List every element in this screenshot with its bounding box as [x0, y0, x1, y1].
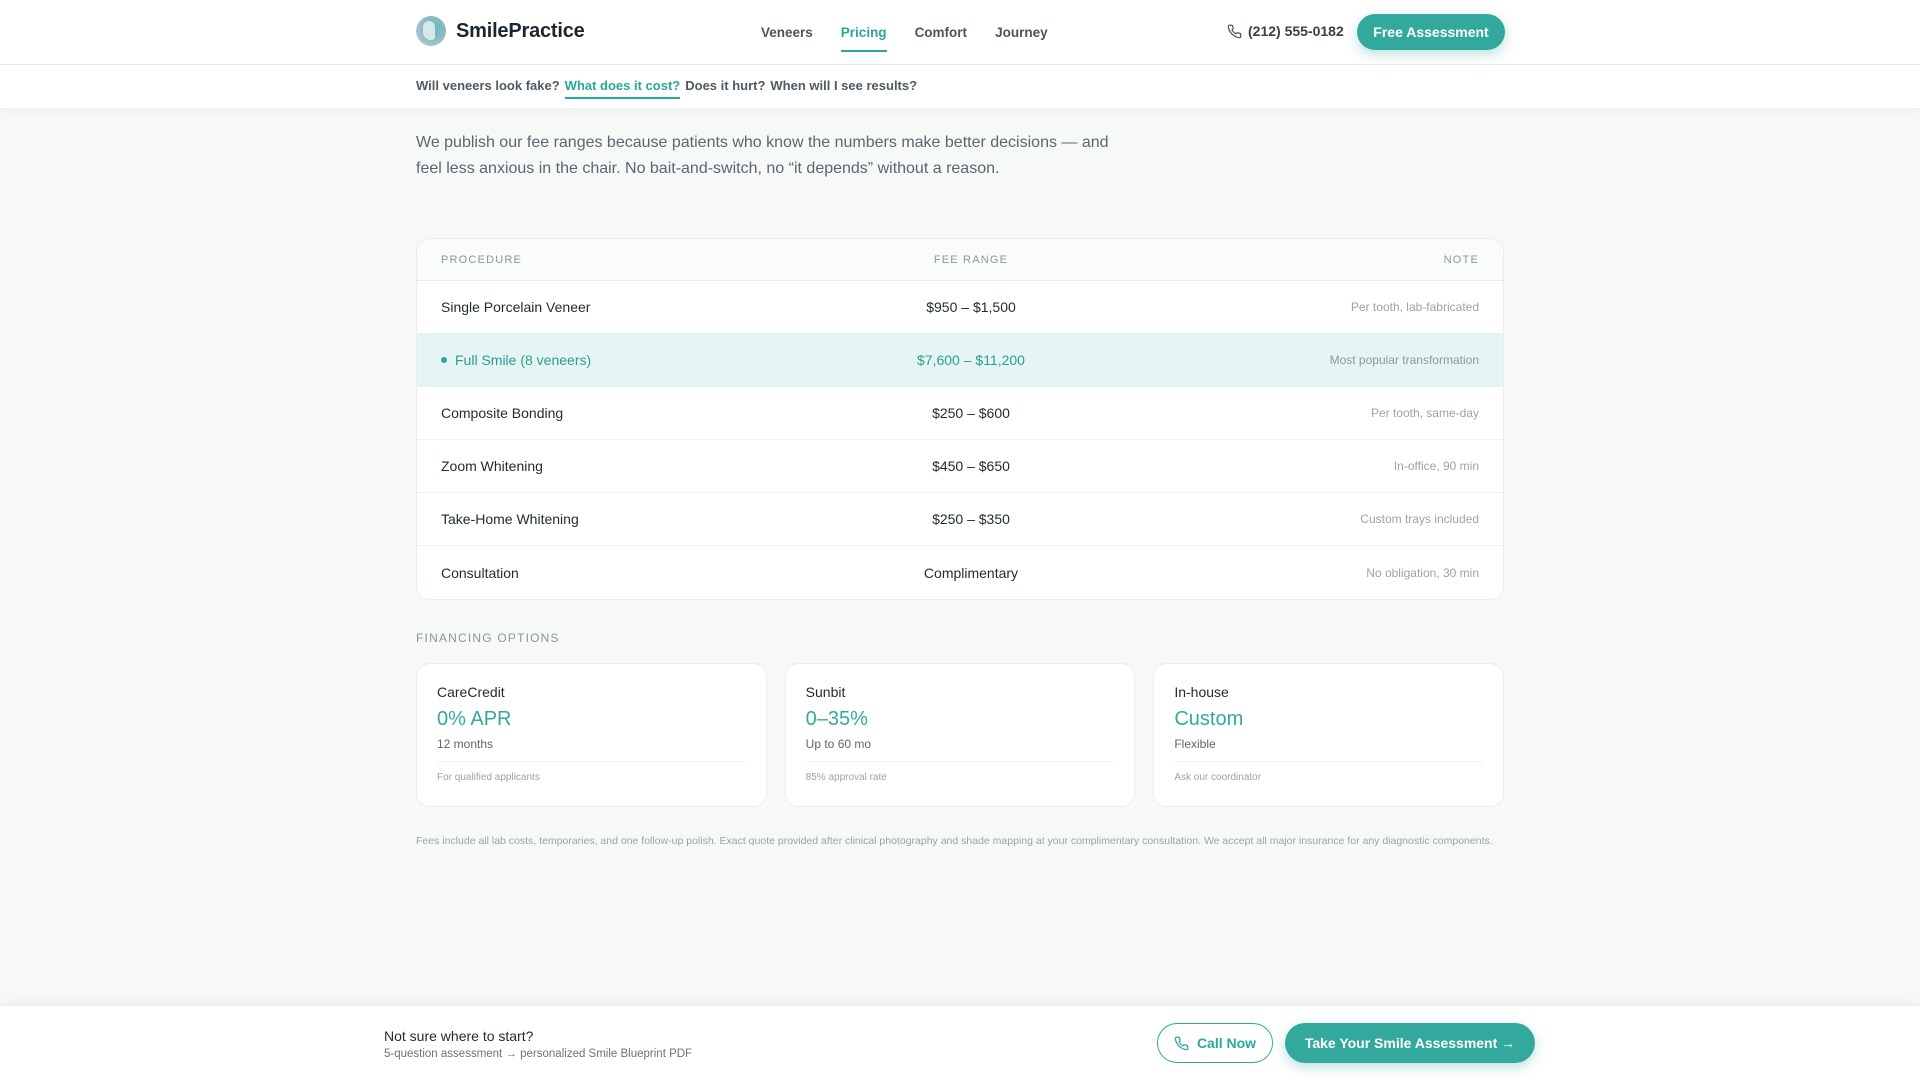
table-row: Zoom Whitening $450 – $650 In-office, 90…	[417, 440, 1503, 493]
card-term: Flexible	[1174, 737, 1484, 762]
fee-fineprint: Fees include all lab costs, temporaries,…	[416, 835, 1493, 847]
free-assessment-button[interactable]: Free Assessment	[1357, 14, 1505, 50]
card-note: For qualified applicants	[437, 772, 540, 783]
nav-veneers[interactable]: Veneers	[761, 19, 813, 46]
card-name: Sunbit	[805, 684, 846, 700]
table-row-highlighted: Full Smile (8 veneers) $7,600 – $11,200 …	[417, 334, 1503, 387]
note-cell: Most popular transformation	[1329, 353, 1479, 367]
phone-link[interactable]: (212) 555-0182	[1227, 23, 1344, 39]
phone-number: (212) 555-0182	[1248, 23, 1344, 39]
procedure-cell: Zoom Whitening	[441, 458, 543, 474]
card-rate: 0–35%	[805, 708, 868, 730]
pricing-intro: We publish our fee ranges because patien…	[416, 134, 1109, 177]
column-header-procedure: PROCEDURE	[441, 253, 523, 266]
card-term: 12 months	[437, 737, 746, 762]
subnav-look-fake[interactable]: Will veneers look fake?	[416, 78, 560, 93]
nav-comfort[interactable]: Comfort	[915, 19, 968, 46]
card-term: Up to 60 mo	[805, 737, 1115, 762]
card-name: In-house	[1174, 684, 1229, 700]
fee-table: PROCEDURE FEE RANGE NOTE Single Porcelai…	[416, 238, 1504, 600]
call-now-button[interactable]: Call Now	[1157, 1023, 1273, 1063]
fee-cell: $450 – $650	[932, 458, 1010, 474]
tooth-logo-icon	[416, 16, 446, 46]
fee-cell: $250 – $350	[932, 511, 1010, 527]
note-cell: Per tooth, lab-fabricated	[1350, 300, 1479, 314]
financing-card-sunbit: Sunbit 0–35% Up to 60 mo 85% approval ra…	[784, 663, 1136, 807]
phone-icon	[1174, 1036, 1189, 1050]
card-rate: Custom	[1174, 708, 1244, 730]
note-cell: Per tooth, same-day	[1370, 406, 1479, 420]
cta-bar-title: Not sure where to start?	[384, 1028, 534, 1044]
card-rate: 0% APR	[437, 708, 512, 730]
column-header-note: NOTE	[1443, 253, 1479, 266]
financing-card-inhouse: In-house Custom Flexible Ask our coordin…	[1153, 663, 1505, 807]
smile-assessment-button[interactable]: Take Your Smile Assessment →	[1285, 1023, 1535, 1063]
nav-pricing[interactable]: Pricing	[840, 19, 887, 52]
table-row: Composite Bonding $250 – $600 Per tooth,…	[417, 387, 1503, 440]
fee-cell: $250 – $600	[932, 405, 1010, 421]
sticky-cta-bar: Not sure where to start? 5-question asse…	[0, 1005, 1920, 1080]
site-header: SmilePractice Veneers Pricing Comfort Jo…	[0, 0, 1920, 65]
subnav-hurt[interactable]: Does it hurt?	[685, 78, 765, 93]
call-now-label: Call Now	[1196, 1035, 1257, 1051]
question-subnav: Will veneers look fake? What does it cos…	[0, 65, 1920, 109]
procedure-cell: Composite Bonding	[441, 405, 564, 421]
column-header-fee: FEE RANGE	[933, 253, 1009, 266]
financing-card-carecredit: CareCredit 0% APR 12 months For qualifie…	[416, 663, 767, 807]
note-cell: In-office, 90 min	[1393, 459, 1479, 473]
procedure-cell: Take-Home Whitening	[441, 511, 579, 527]
subnav-cost[interactable]: What does it cost?	[564, 78, 680, 99]
procedure-cell: Full Smile (8 veneers)	[441, 352, 801, 368]
note-cell: No obligation, 30 min	[1366, 565, 1479, 580]
fee-cell: $7,600 – $11,200	[917, 352, 1025, 368]
highlight-dot-icon	[441, 357, 447, 363]
subnav-results[interactable]: When will I see results?	[770, 78, 917, 93]
procedure-label: Full Smile (8 veneers)	[455, 352, 592, 368]
table-header: PROCEDURE FEE RANGE NOTE	[417, 239, 1503, 281]
table-row: Consultation Complimentary No obligation…	[417, 546, 1503, 599]
table-row: Take-Home Whitening $250 – $350 Custom t…	[417, 493, 1503, 546]
brand[interactable]: SmilePractice	[416, 16, 585, 46]
brand-name: SmilePractice	[456, 19, 585, 42]
card-name: CareCredit	[437, 684, 505, 700]
fee-cell: $950 – $1,500	[926, 299, 1016, 315]
phone-icon	[1227, 24, 1242, 38]
note-cell: Custom trays included	[1360, 512, 1479, 526]
financing-cards: CareCredit 0% APR 12 months For qualifie…	[416, 663, 1505, 807]
cta-bar-subtitle: 5-question assessment → personalized Smi…	[384, 1048, 693, 1060]
card-note: 85% approval rate	[805, 772, 887, 783]
nav-journey[interactable]: Journey	[995, 19, 1048, 46]
fee-cell: Complimentary	[923, 564, 1019, 581]
procedure-cell: Single Porcelain Veneer	[441, 299, 591, 315]
main-nav: Veneers Pricing Comfort Journey	[761, 0, 1048, 65]
procedure-cell: Consultation	[441, 564, 519, 581]
card-note: Ask our coordinator	[1174, 772, 1262, 783]
financing-label: FINANCING OPTIONS	[416, 631, 560, 645]
table-row: Single Porcelain Veneer $950 – $1,500 Pe…	[417, 281, 1503, 334]
